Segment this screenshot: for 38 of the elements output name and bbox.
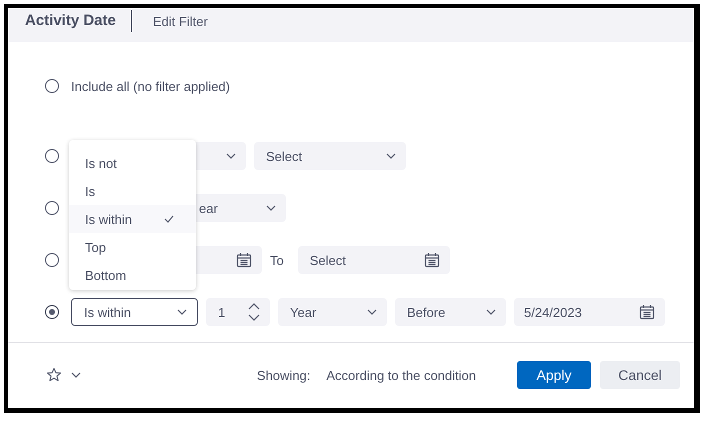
radio-button[interactable] bbox=[45, 201, 59, 215]
menu-item[interactable]: Is not bbox=[69, 149, 196, 177]
showing-label: Showing: bbox=[256, 368, 310, 382]
menu-item[interactable]: Is bbox=[69, 177, 196, 205]
option-label: Include all (no filter applied) bbox=[71, 78, 230, 94]
apply-button[interactable]: Apply bbox=[517, 361, 591, 389]
chevron-down-icon bbox=[486, 309, 496, 315]
calendar-icon bbox=[424, 252, 440, 268]
chevron-down-icon bbox=[266, 205, 276, 211]
menu-item[interactable]: Is within bbox=[69, 205, 196, 233]
to-label: To bbox=[270, 252, 285, 268]
cancel-button[interactable]: Cancel bbox=[600, 361, 680, 389]
dropdown[interactable]: Select bbox=[254, 142, 406, 170]
menu-item[interactable]: Top bbox=[69, 233, 196, 261]
calendar-icon bbox=[639, 304, 655, 320]
radio-button[interactable] bbox=[45, 305, 59, 319]
check-icon bbox=[164, 215, 174, 223]
radio-button[interactable] bbox=[45, 253, 59, 267]
chevron-down-icon bbox=[71, 372, 81, 378]
dropdown[interactable]: Before bbox=[395, 298, 506, 326]
chevron-down-icon bbox=[367, 309, 377, 315]
menu-item[interactable]: Bottom bbox=[69, 261, 196, 289]
chevron-down-icon bbox=[386, 153, 396, 159]
radio-button[interactable] bbox=[45, 79, 59, 93]
dropdown[interactable]: Is within bbox=[71, 298, 198, 326]
chevron-down-icon bbox=[177, 309, 187, 315]
showing-value: According to the condition bbox=[326, 368, 476, 382]
stepper-icon bbox=[248, 303, 260, 321]
date-field[interactable]: 5/24/2023 bbox=[514, 298, 665, 326]
edit-filter-label: Edit Filter bbox=[152, 14, 208, 28]
dropdown[interactable]: Year bbox=[278, 298, 387, 326]
date-field[interactable]: Select bbox=[298, 246, 450, 274]
radio-button[interactable] bbox=[45, 149, 59, 163]
number-field[interactable]: 1 bbox=[206, 298, 270, 326]
panel-title: Activity Date bbox=[25, 10, 132, 32]
star-icon[interactable] bbox=[46, 367, 62, 383]
chevron-down-icon bbox=[226, 153, 236, 159]
calendar-icon bbox=[236, 252, 252, 268]
